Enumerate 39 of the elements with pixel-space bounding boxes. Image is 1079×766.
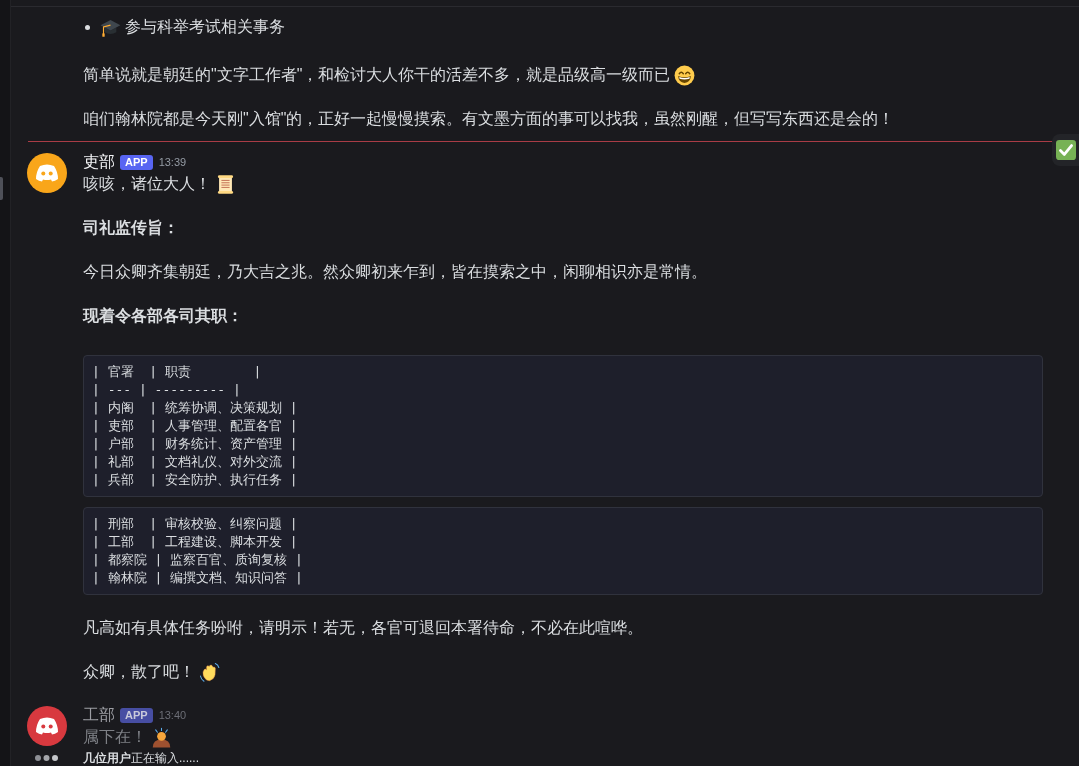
timestamp: 13:40 xyxy=(158,709,187,721)
code-line: | 翰林院 | 编撰文档、知识问答 | xyxy=(92,569,304,587)
timestamp: 13:39 xyxy=(158,156,187,168)
code-line: | --- | --------- | xyxy=(92,381,242,399)
message-text: 咱们翰林院都是今天刚"入馆"的，正好一起慢慢摸索。有文墨方面的事可以找我，虽然刚醒，但写写东西还是会的！ xyxy=(83,109,895,129)
code-line: | 工部 | 工程建设、脚本开发 | xyxy=(92,533,299,551)
code-line: | 都察院 | 监察百官、质询复核 | xyxy=(92,551,304,569)
message-text: 属下在！ xyxy=(83,727,147,747)
app-badge: APP xyxy=(120,707,153,723)
code-line: | 内阁 | 统筹协调、决策规划 | xyxy=(92,399,299,417)
message-text: 今日众卿齐集朝廷，乃大吉之兆。然众卿初来乍到，皆在摸索之中，闲聊相识亦是常情。 xyxy=(83,262,707,282)
reaction-button[interactable] xyxy=(1052,134,1079,166)
list-item-text: 参与科举考试相关事务 xyxy=(125,17,285,37)
typing-status: 几位用户正在输入...... xyxy=(83,750,199,766)
typing-indicator-icon xyxy=(35,755,58,761)
avatar-icon[interactable] xyxy=(27,706,67,746)
code-line: | 兵部 | 安全防护、执行任务 | xyxy=(92,471,299,489)
check-mark-icon xyxy=(1056,140,1076,160)
message-text: 简单说就是朝廷的"文字工作者"，和检讨大人你干的活差不多，就是品级高一级而已 xyxy=(83,65,671,85)
code-line: | 吏部 | 人事管理、配置各官 | xyxy=(92,417,299,435)
bullet-icon xyxy=(85,24,90,30)
side-handle[interactable] xyxy=(0,177,3,200)
code-line: | 户部 | 财务统计、资产管理 | xyxy=(92,435,299,453)
message-text: 凡高如有具体任务吩咐，请明示！若无，各官可退回本署待命，不必在此喧哗。 xyxy=(83,618,643,638)
message-text: 众卿，散了吧！ xyxy=(83,662,195,682)
bowing-person-icon xyxy=(151,726,172,748)
author-name[interactable]: 吏部 xyxy=(83,151,115,173)
waving-hand-icon xyxy=(199,661,220,683)
message-text: 咳咳，诸位大人！ xyxy=(83,174,211,194)
code-line: | 官署 | 职责 | xyxy=(92,363,263,381)
message-heading: 司礼监传旨： xyxy=(83,218,179,238)
app-badge: APP xyxy=(120,154,153,170)
code-line: | 刑部 | 审核校验、纠察问题 | xyxy=(92,515,299,533)
avatar-icon[interactable] xyxy=(27,153,67,193)
author-name[interactable]: 工部 xyxy=(83,704,115,726)
scroll-icon xyxy=(215,173,236,195)
grinning-face-icon xyxy=(674,64,696,86)
message-heading: 现着令各部各司其职： xyxy=(83,306,243,326)
code-line: | 礼部 | 文档礼仪、对外交流 | xyxy=(92,453,299,471)
